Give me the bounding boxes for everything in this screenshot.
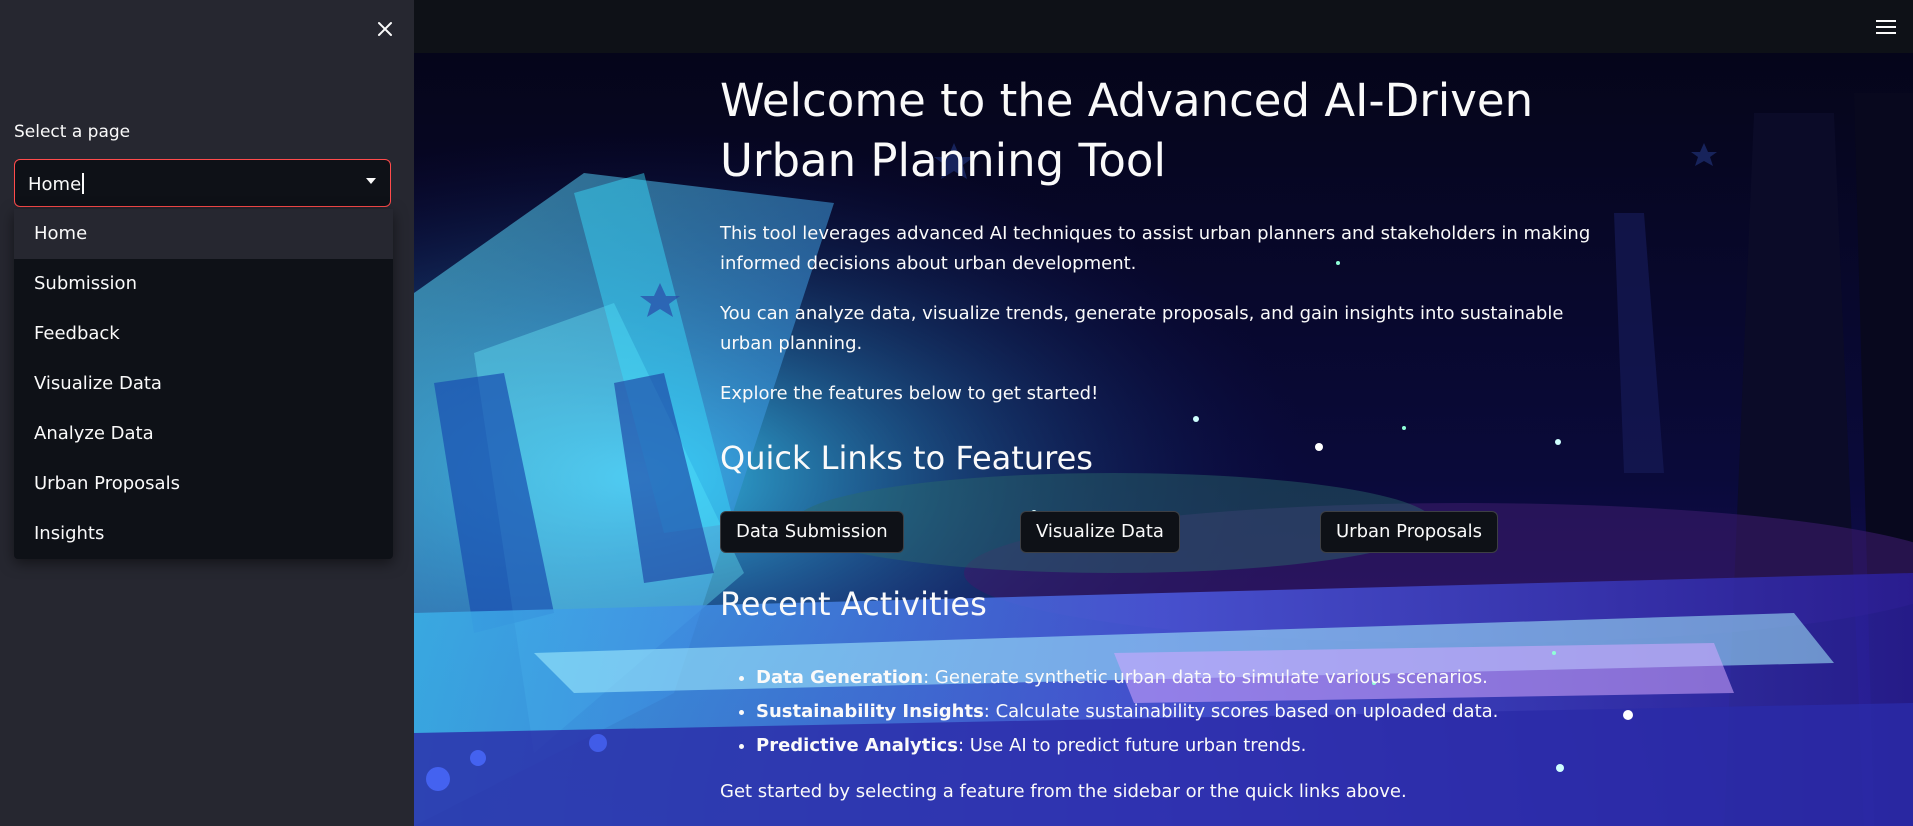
- activity-desc: : Calculate sustainability scores based …: [983, 701, 1499, 722]
- quick-links-heading: Quick Links to Features: [720, 439, 1093, 477]
- chevron-down-icon[interactable]: [366, 178, 376, 184]
- list-item: Data Generation: Generate synthetic urba…: [756, 661, 1498, 695]
- list-item: Predictive Analytics: Use AI to predict …: [756, 729, 1498, 763]
- dropdown-option-submission[interactable]: Submission: [14, 259, 393, 309]
- intro-paragraph-1: This tool leverages advanced AI techniqu…: [720, 223, 1591, 274]
- urban-proposals-button[interactable]: Urban Proposals: [1320, 511, 1498, 553]
- dropdown-option-home[interactable]: Home: [14, 209, 393, 259]
- activity-name: Predictive Analytics: [756, 735, 958, 756]
- visualize-data-button[interactable]: Visualize Data: [1020, 511, 1180, 553]
- hamburger-menu-icon: [1876, 20, 1896, 34]
- intro-paragraph-2: You can analyze data, visualize trends, …: [720, 303, 1564, 354]
- activity-desc: : Generate synthetic urban data to simul…: [923, 667, 1488, 688]
- page-title: Welcome to the Advanced AI-Driven Urban …: [720, 74, 1534, 187]
- page-dropdown-menu: Home Submission Feedback Visualize Data …: [14, 209, 393, 559]
- dropdown-option-urban-proposals[interactable]: Urban Proposals: [14, 459, 393, 509]
- dropdown-option-analyze-data[interactable]: Analyze Data: [14, 409, 393, 459]
- list-item: Sustainability Insights: Calculate susta…: [756, 695, 1498, 729]
- sidebar: Select a page Home Home Submission Feedb…: [0, 0, 414, 826]
- activity-name: Sustainability Insights: [756, 701, 984, 722]
- text-caret: [82, 173, 85, 194]
- dropdown-option-visualize-data[interactable]: Visualize Data: [14, 359, 393, 409]
- intro-paragraph-3: Explore the features below to get starte…: [720, 383, 1099, 404]
- main-content: Welcome to the Advanced AI-Driven Urban …: [414, 53, 1913, 826]
- close-icon: [378, 22, 392, 36]
- recent-activities-heading: Recent Activities: [720, 585, 987, 623]
- top-header: [414, 0, 1913, 53]
- close-sidebar-button[interactable]: [370, 14, 400, 44]
- main-menu-button[interactable]: [1875, 16, 1897, 38]
- data-submission-button[interactable]: Data Submission: [720, 511, 904, 553]
- app-root: Select a page Home Home Submission Feedb…: [0, 0, 1913, 826]
- page-select-value[interactable]: Home: [28, 173, 85, 195]
- activity-desc: : Use AI to predict future urban trends.: [957, 735, 1307, 756]
- page-select-label: Select a page: [14, 122, 131, 142]
- dropdown-option-insights[interactable]: Insights: [14, 509, 393, 559]
- activity-name: Data Generation: [756, 667, 924, 688]
- dropdown-option-feedback[interactable]: Feedback: [14, 309, 393, 359]
- page-select[interactable]: Home: [14, 159, 391, 207]
- footer-text: Get started by selecting a feature from …: [720, 781, 1407, 802]
- activities-list: Data Generation: Generate synthetic urba…: [720, 661, 1498, 763]
